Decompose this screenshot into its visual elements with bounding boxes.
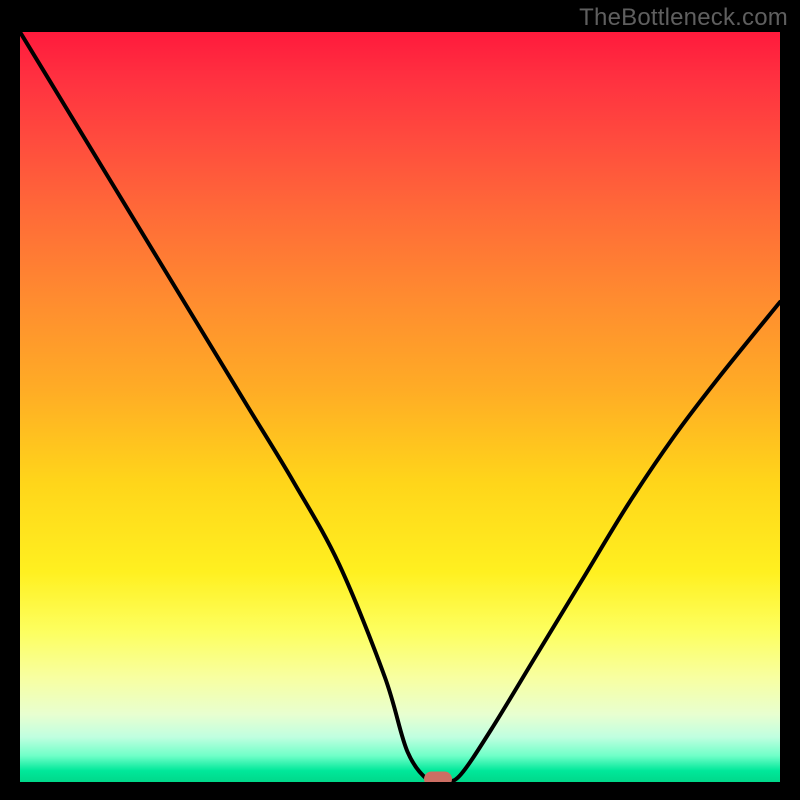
chart-frame: TheBottleneck.com [0,0,800,800]
plot-area [20,32,780,782]
watermark-text: TheBottleneck.com [579,4,788,32]
optimal-marker [424,772,452,783]
curve-layer [20,32,780,782]
bottleneck-curve [20,32,780,782]
